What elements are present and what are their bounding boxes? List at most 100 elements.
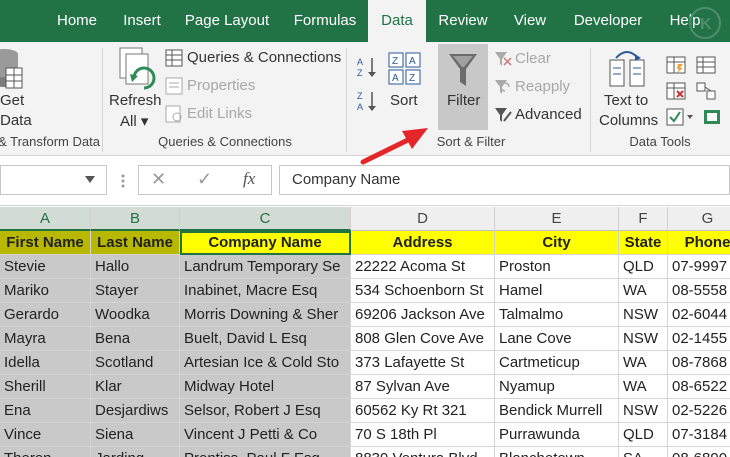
table-cell[interactable]: QLD xyxy=(619,255,668,279)
table-cell[interactable]: Theron xyxy=(0,447,91,457)
column-header-e[interactable]: E xyxy=(495,207,619,231)
table-cell[interactable]: Siena xyxy=(91,423,180,447)
table-cell[interactable]: 8839 Ventura Blvd xyxy=(351,447,495,457)
table-cell[interactable]: Buelt, David L Esq xyxy=(180,327,351,351)
refresh-all-icon[interactable] xyxy=(116,46,158,92)
table-cell[interactable]: Inabinet, Macre Esq xyxy=(180,279,351,303)
table-header-cell[interactable]: Phone xyxy=(668,231,730,255)
table-cell[interactable]: Selsor, Robert J Esq xyxy=(180,399,351,423)
tab-developer[interactable]: Developer xyxy=(560,0,656,42)
table-cell[interactable]: NSW xyxy=(619,399,668,423)
table-cell[interactable]: 08-6890 xyxy=(668,447,730,457)
table-cell[interactable]: Vince xyxy=(0,423,91,447)
cancel-icon[interactable]: ✕ xyxy=(151,169,166,190)
tab-data[interactable]: Data xyxy=(368,0,426,42)
queries-connections-button[interactable]: Queries & Connections xyxy=(187,49,341,66)
advanced-filter-icon[interactable] xyxy=(494,107,512,123)
formula-bar-options-icon[interactable] xyxy=(120,173,126,189)
table-cell[interactable]: Landrum Temporary Se xyxy=(180,255,351,279)
table-cell[interactable]: Woodka xyxy=(91,303,180,327)
sort-za-icon[interactable]: Z A xyxy=(356,90,378,112)
formula-input[interactable]: Company Name xyxy=(279,165,730,195)
text-to-columns-icon[interactable] xyxy=(608,48,648,90)
table-header-cell[interactable]: Company Name xyxy=(180,231,351,255)
table-cell[interactable]: Purrawunda xyxy=(495,423,619,447)
table-cell[interactable]: Cartmeticup xyxy=(495,351,619,375)
table-cell[interactable]: 08-7868 xyxy=(668,351,730,375)
table-cell[interactable]: Artesian Ice & Cold Sto xyxy=(180,351,351,375)
table-cell[interactable]: 02-5226 xyxy=(668,399,730,423)
table-cell[interactable]: Bendick Murrell xyxy=(495,399,619,423)
data-validation-icon[interactable] xyxy=(666,108,696,126)
table-cell[interactable]: 373 Lafayette St xyxy=(351,351,495,375)
column-header-f[interactable]: F xyxy=(619,207,668,231)
sort-az-icon[interactable]: A Z xyxy=(356,56,378,78)
table-cell[interactable]: Scotland xyxy=(91,351,180,375)
table-cell[interactable]: 70 S 18th Pl xyxy=(351,423,495,447)
table-header-cell[interactable]: Last Name xyxy=(91,231,180,255)
table-cell[interactable]: 69206 Jackson Ave xyxy=(351,303,495,327)
table-cell[interactable]: 22222 Acoma St xyxy=(351,255,495,279)
relationships-icon[interactable] xyxy=(696,82,716,100)
table-cell[interactable]: 08-5558 xyxy=(668,279,730,303)
table-header-cell[interactable]: City xyxy=(495,231,619,255)
advanced-button[interactable]: Advanced xyxy=(515,106,582,123)
table-cell[interactable]: Mayra xyxy=(0,327,91,351)
table-cell[interactable]: 08-6522 xyxy=(668,375,730,399)
table-cell[interactable]: Blanchetown xyxy=(495,447,619,457)
table-cell[interactable]: 07-9997 xyxy=(668,255,730,279)
table-cell[interactable]: Ena xyxy=(0,399,91,423)
tab-page-layout[interactable]: Page Layout xyxy=(172,0,282,42)
table-cell[interactable]: Mariko xyxy=(0,279,91,303)
table-header-cell[interactable]: State xyxy=(619,231,668,255)
table-cell[interactable]: Bena xyxy=(91,327,180,351)
insert-function-icon[interactable]: fx xyxy=(243,169,255,189)
tab-review[interactable]: Review xyxy=(426,0,500,42)
properties-button[interactable]: Properties xyxy=(187,77,255,94)
table-cell[interactable]: Vincent J Petti & Co xyxy=(180,423,351,447)
table-cell[interactable]: Hallo xyxy=(91,255,180,279)
table-cell[interactable]: Stayer xyxy=(91,279,180,303)
table-header-cell[interactable]: First Name xyxy=(0,231,91,255)
get-data-icon[interactable] xyxy=(0,46,24,96)
refresh-all-label-1[interactable]: Refresh xyxy=(109,92,162,109)
reapply-button[interactable]: Reapply xyxy=(515,78,570,95)
column-header-b[interactable]: B xyxy=(91,207,180,231)
tab-home[interactable]: Home xyxy=(42,0,112,42)
table-cell[interactable]: Jarding xyxy=(91,447,180,457)
table-cell[interactable]: WA xyxy=(619,375,668,399)
table-cell[interactable]: QLD xyxy=(619,423,668,447)
table-cell[interactable]: Talmalmo xyxy=(495,303,619,327)
table-cell[interactable]: 87 Sylvan Ave xyxy=(351,375,495,399)
sort-icon[interactable]: Z A A Z xyxy=(388,52,422,86)
table-cell[interactable]: 534 Schoenborn St xyxy=(351,279,495,303)
edit-links-button[interactable]: Edit Links xyxy=(187,105,252,122)
table-cell[interactable]: Idella xyxy=(0,351,91,375)
name-box[interactable] xyxy=(0,165,107,195)
sort-button[interactable]: Sort xyxy=(390,92,418,109)
column-header-g[interactable]: G xyxy=(668,207,730,231)
chevron-down-icon[interactable] xyxy=(85,176,95,184)
table-cell[interactable]: WA xyxy=(619,279,668,303)
filter-button[interactable]: Filter xyxy=(438,44,488,130)
refresh-all-label-2[interactable]: All ▾ xyxy=(120,112,148,130)
table-cell[interactable]: 02-1455 xyxy=(668,327,730,351)
clear-button[interactable]: Clear xyxy=(515,50,551,67)
table-cell[interactable]: Klar xyxy=(91,375,180,399)
manage-data-model-icon[interactable] xyxy=(702,108,722,126)
table-cell[interactable]: 07-3184 xyxy=(668,423,730,447)
get-data-label-2[interactable]: Data xyxy=(0,112,32,129)
table-cell[interactable]: Morris Downing & Sher xyxy=(180,303,351,327)
flash-fill-icon[interactable] xyxy=(666,56,686,74)
get-data-label-1[interactable]: Get xyxy=(0,92,24,109)
tab-view[interactable]: View xyxy=(500,0,560,42)
table-cell[interactable]: Desjardiws xyxy=(91,399,180,423)
reapply-icon[interactable] xyxy=(494,79,512,95)
consolidate-icon[interactable] xyxy=(696,56,716,74)
properties-icon[interactable] xyxy=(165,77,183,95)
table-cell[interactable]: Proston xyxy=(495,255,619,279)
text-to-columns-label-2[interactable]: Columns xyxy=(599,112,658,129)
edit-links-icon[interactable] xyxy=(165,105,183,123)
enter-icon[interactable]: ✓ xyxy=(197,169,212,190)
table-cell[interactable]: 02-6044 xyxy=(668,303,730,327)
